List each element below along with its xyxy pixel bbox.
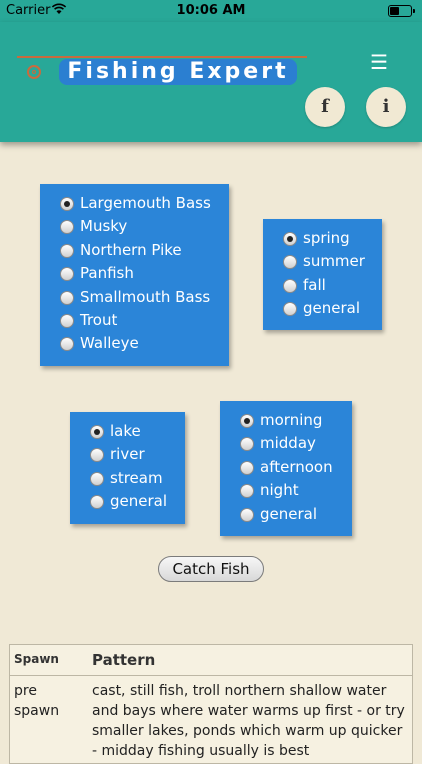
table-header: Spawn Pattern [10,645,412,676]
radio-option-label: general [260,504,318,523]
species-option[interactable]: Northern Pike [60,241,229,264]
time-of-day-option[interactable]: night [240,481,352,504]
radio-button-icon[interactable] [240,414,254,428]
time-of-day-option[interactable]: midday [240,434,352,457]
species-option[interactable]: Walleye [60,334,229,357]
pattern-cell: cast, still fish, troll northern shallow… [92,683,405,759]
clock-label: 10:06 AM [176,3,246,18]
radio-option-label: summer [303,252,365,271]
pattern-column-header: Pattern [92,651,156,669]
season-option[interactable]: fall [283,276,382,299]
water-option[interactable]: stream [90,469,185,492]
radio-option-label: river [110,445,145,464]
radio-button-icon[interactable] [283,302,297,317]
radio-option-label: general [303,299,361,318]
spawn-column-header: Spawn [14,652,59,666]
time-of-day-option[interactable]: afternoon [240,458,352,481]
hamburger-menu-icon[interactable]: ☰ [370,52,388,72]
pattern-table: Spawn Pattern pre spawn cast, still fish… [9,644,413,764]
app-header: Fishing Expert ☰ f i [0,22,422,142]
radio-option-label: midday [260,434,316,453]
radio-button-icon[interactable] [90,471,104,486]
info-button[interactable]: i [366,87,406,127]
radio-button-icon[interactable] [60,290,74,305]
radio-option-label: Walleye [80,334,139,353]
radio-button-icon[interactable] [283,255,297,270]
radio-button-icon[interactable] [240,437,254,452]
battery-icon [388,5,415,17]
header-accent-line [17,56,307,58]
species-radio-group: Largemouth Bass Musky Northern Pike Panfish… [40,184,229,366]
radio-button-icon[interactable] [60,197,74,211]
radio-button-icon[interactable] [283,278,297,293]
radio-button-icon[interactable] [60,220,74,235]
water-type-radio-group: lake river stream general [70,412,185,524]
target-icon [27,65,41,79]
radio-button-icon[interactable] [60,243,74,258]
time-of-day-radio-group: morning midday afternoon night general [220,401,352,536]
season-option[interactable]: general [283,299,382,322]
radio-option-label: fall [303,275,326,294]
radio-button-icon[interactable] [60,267,74,282]
radio-button-icon[interactable] [240,484,254,499]
radio-option-label: stream [110,468,163,487]
status-bar: Carrier 10:06 AM [0,0,422,22]
radio-button-icon[interactable] [283,232,297,246]
radio-option-label: spring [303,229,350,247]
time-of-day-option[interactable]: general [240,505,352,528]
radio-button-icon[interactable] [240,507,254,522]
species-option[interactable]: Musky [60,217,229,240]
radio-option-label: morning [260,411,323,429]
radio-option-label: general [110,492,168,511]
time-of-day-option[interactable]: morning [240,411,352,434]
water-option[interactable]: lake [90,422,185,445]
radio-button-icon[interactable] [90,425,104,439]
radio-button-icon[interactable] [60,337,74,352]
catch-fish-button[interactable]: Catch Fish [158,556,264,582]
radio-option-label: Panfish [80,264,134,283]
spawn-cell: pre spawn [14,683,60,719]
radio-option-label: lake [110,422,141,440]
radio-button-icon[interactable] [90,495,104,510]
radio-option-label: Northern Pike [80,240,182,259]
species-option[interactable]: Smallmouth Bass [60,288,229,311]
radio-option-label: night [260,481,299,500]
radio-option-label: afternoon [260,457,333,476]
radio-option-label: Smallmouth Bass [80,287,211,306]
app-title: Fishing Expert [59,59,297,85]
radio-option-label: Musky [80,217,128,236]
facebook-button[interactable]: f [305,87,345,127]
radio-button-icon[interactable] [90,448,104,463]
radio-option-label: Largemouth Bass [80,194,211,212]
season-radio-group: spring summer fall general [263,219,382,330]
radio-option-label: Trout [80,310,118,329]
season-option[interactable]: summer [283,252,382,275]
radio-button-icon[interactable] [240,460,254,475]
species-option[interactable]: Trout [60,311,229,334]
species-option[interactable]: Largemouth Bass [60,194,229,217]
species-option[interactable]: Panfish [60,264,229,287]
water-option[interactable]: general [90,492,185,515]
radio-button-icon[interactable] [60,313,74,328]
water-option[interactable]: river [90,445,185,468]
season-option[interactable]: spring [283,229,382,252]
